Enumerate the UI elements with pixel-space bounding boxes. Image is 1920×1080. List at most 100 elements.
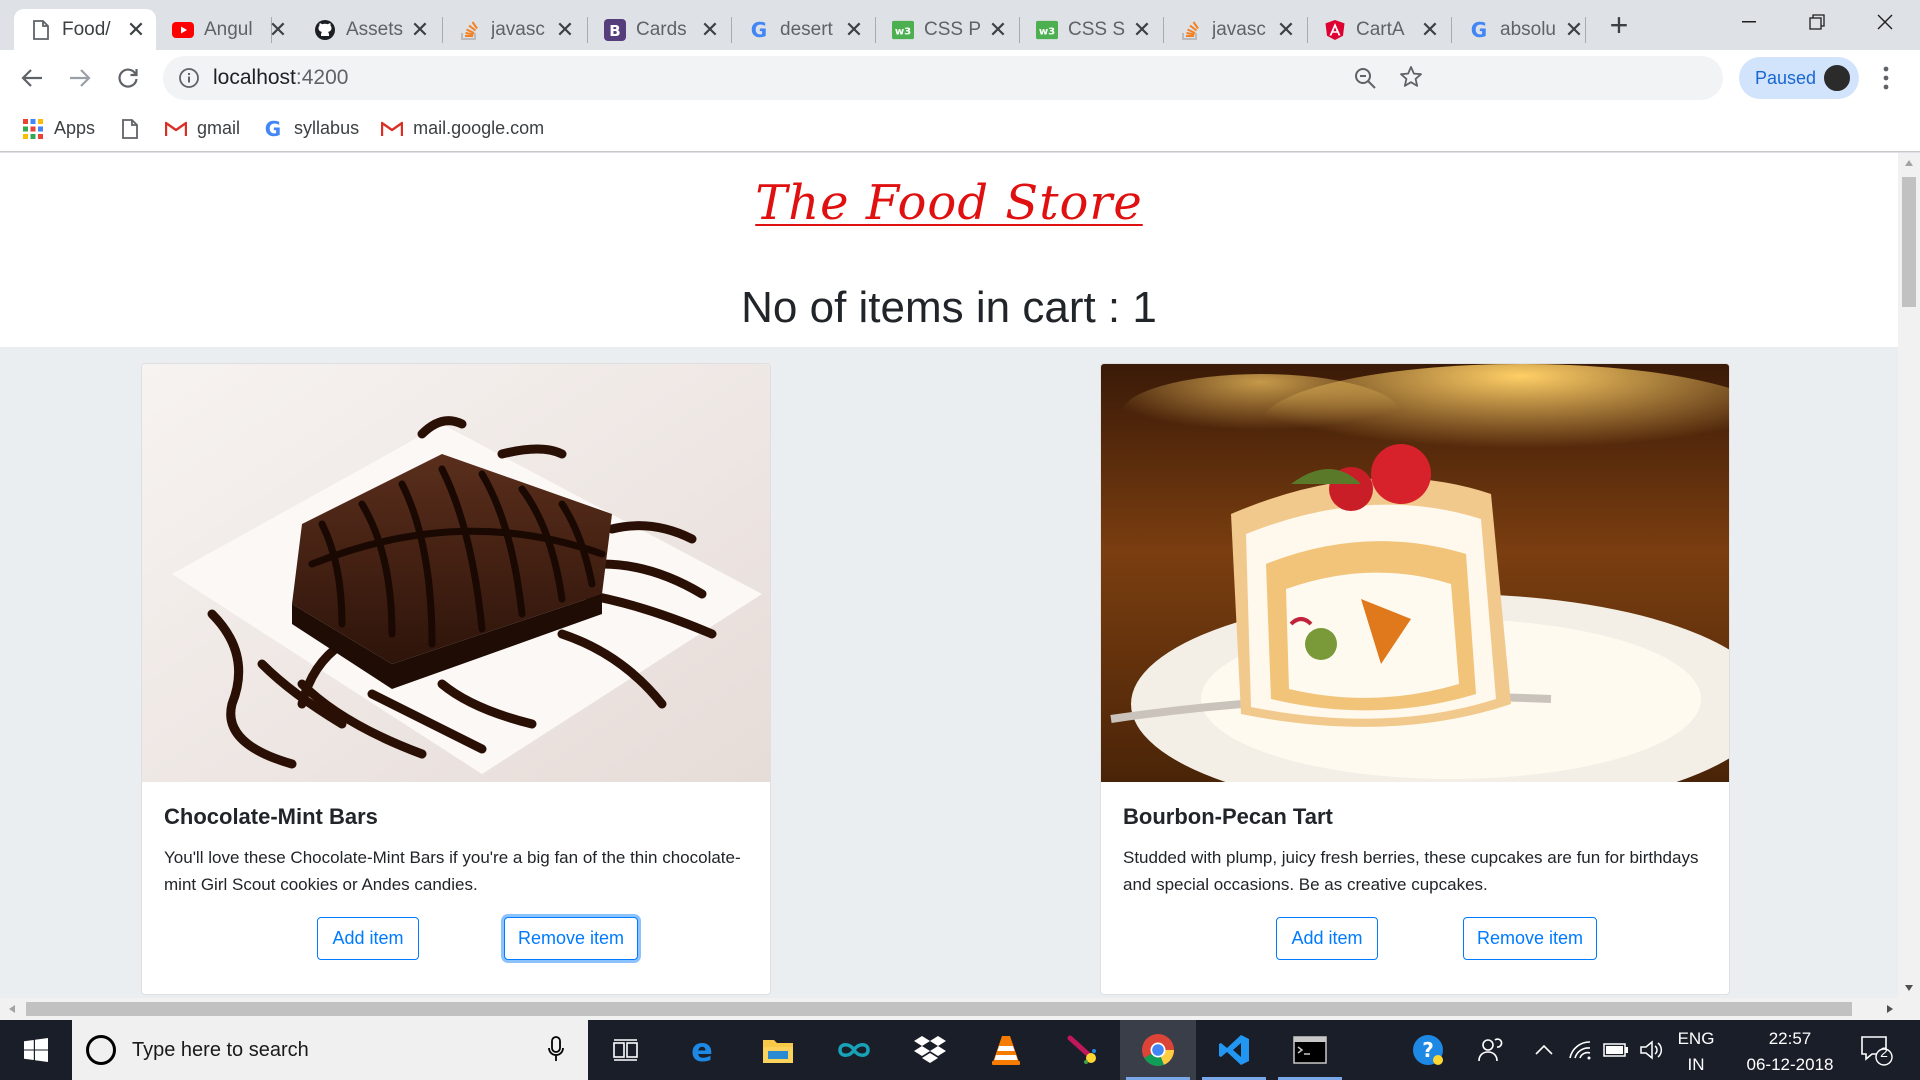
paint-brush-app-icon[interactable] <box>1044 1020 1120 1080</box>
clock-time: 22:57 <box>1768 1029 1812 1048</box>
bookmarks-bar: Apps gmail G syllabus mail.google.com <box>0 106 1920 152</box>
close-tab-icon[interactable]: ✕ <box>268 17 288 43</box>
browser-toolbar: localhost:4200 Paused <box>0 50 1920 106</box>
tab-absolute[interactable]: G absolu ✕ <box>1452 9 1594 50</box>
address-bar[interactable]: localhost:4200 <box>163 56 1723 100</box>
tab-food-store[interactable]: Food/ ✕ <box>14 9 156 50</box>
close-window-button[interactable] <box>1850 0 1920 44</box>
card-text: Studded with plump, juicy fresh berries,… <box>1123 848 1699 894</box>
gmail-icon <box>381 118 404 140</box>
tab-css-p[interactable]: w3 CSS P ✕ <box>876 9 1018 50</box>
bookmark-mail-google[interactable]: mail.google.com <box>381 118 544 140</box>
svg-text:B: B <box>609 22 620 40</box>
scrollbar-thumb[interactable] <box>26 1002 1852 1016</box>
dropbox-icon[interactable] <box>892 1020 968 1080</box>
store-title-text: The Food Store <box>755 175 1143 231</box>
back-button[interactable] <box>14 60 50 96</box>
zoom-icon[interactable] <box>1353 66 1377 95</box>
taskbar-search-box[interactable]: Type here to search <box>72 1020 588 1080</box>
arduino-icon[interactable] <box>816 1020 892 1080</box>
action-center-icon[interactable]: 2 <box>1846 1020 1906 1080</box>
tab-title: absolu <box>1500 18 1556 40</box>
tab-javascript-2[interactable]: javasc ✕ <box>1164 9 1306 50</box>
vertical-scrollbar[interactable] <box>1898 153 1920 998</box>
close-tab-icon[interactable]: ✕ <box>1276 17 1296 43</box>
page-icon <box>119 118 141 140</box>
add-item-button[interactable]: Add item <box>317 917 419 960</box>
file-explorer-icon[interactable] <box>740 1020 816 1080</box>
gmail-icon <box>165 118 188 140</box>
microphone-icon[interactable] <box>548 1036 564 1067</box>
info-icon[interactable] <box>178 67 200 94</box>
input-language-indicator[interactable]: ENG IN <box>1666 1026 1726 1078</box>
add-item-button[interactable]: Add item <box>1276 917 1378 960</box>
close-tab-icon[interactable]: ✕ <box>988 17 1008 43</box>
system-clock[interactable]: 22:57 06-12-2018 <box>1740 1026 1840 1078</box>
close-tab-icon[interactable]: ✕ <box>1132 17 1152 43</box>
stackoverflow-icon <box>1180 19 1202 41</box>
tab-javascript-1[interactable]: javasc ✕ <box>443 9 585 50</box>
volume-icon[interactable] <box>1634 1020 1670 1080</box>
page-header: The Food Store No of items in cart : 1 <box>0 153 1898 347</box>
people-icon[interactable] <box>1466 1020 1516 1080</box>
tab-cart-app[interactable]: CartA ✕ <box>1308 9 1450 50</box>
close-tab-icon[interactable]: ✕ <box>1564 17 1584 43</box>
close-tab-icon[interactable]: ✕ <box>126 17 146 43</box>
edge-browser-icon[interactable]: e <box>664 1020 740 1080</box>
swiss-roll-cake-image <box>1101 364 1729 782</box>
bookmark-apps[interactable]: Apps <box>22 118 95 140</box>
tab-title: Angul <box>204 18 253 40</box>
close-tab-icon[interactable]: ✕ <box>555 17 575 43</box>
remove-item-button[interactable]: Remove item <box>1463 917 1597 960</box>
card-text: You'll love these Chocolate-Mint Bars if… <box>164 848 741 894</box>
apps-grid-icon <box>22 118 44 140</box>
tab-title: desert <box>780 18 833 40</box>
svg-text:?: ? <box>1422 1038 1434 1062</box>
wifi-icon[interactable] <box>1562 1020 1598 1080</box>
tab-angular[interactable]: Angul ✕ <box>156 9 298 50</box>
remove-item-button[interactable]: Remove item <box>504 917 638 960</box>
tab-assets[interactable]: Assets ✕ <box>298 9 440 50</box>
url-host: localhost <box>213 66 296 89</box>
chevron-up-icon[interactable] <box>1526 1020 1562 1080</box>
close-tab-icon[interactable]: ✕ <box>1420 17 1440 43</box>
new-tab-button[interactable]: + <box>1603 9 1635 42</box>
help-icon[interactable]: ? <box>1402 1020 1454 1080</box>
forward-button[interactable] <box>62 60 98 96</box>
product-card: Chocolate-Mint Bars You'll love these Ch… <box>141 363 771 995</box>
scrollbar-thumb[interactable] <box>1902 177 1916 307</box>
horizontal-scrollbar[interactable] <box>0 998 1920 1020</box>
tab-css-s[interactable]: w3 CSS S ✕ <box>1020 9 1162 50</box>
battery-icon[interactable] <box>1598 1020 1634 1080</box>
close-tab-icon[interactable]: ✕ <box>410 17 430 43</box>
svg-text:G: G <box>265 118 281 140</box>
bookmark-gmail[interactable]: gmail <box>165 118 240 140</box>
bookmark-star-icon[interactable] <box>1399 65 1423 94</box>
card-body: Chocolate-Mint Bars You'll love these Ch… <box>164 804 748 898</box>
chrome-taskbar-icon[interactable] <box>1120 1020 1196 1080</box>
tab-cards[interactable]: B Cards ✕ <box>588 9 730 50</box>
kebab-menu-icon[interactable] <box>1876 64 1896 92</box>
svg-text:e: e <box>691 1034 713 1066</box>
vlc-icon[interactable] <box>968 1020 1044 1080</box>
profile-paused-button[interactable]: Paused <box>1739 57 1859 99</box>
url-port: :4200 <box>295 66 349 89</box>
reload-button[interactable] <box>110 60 146 96</box>
restore-button[interactable] <box>1782 0 1852 44</box>
tab-title: CartA <box>1356 18 1405 40</box>
close-tab-icon[interactable]: ✕ <box>700 17 720 43</box>
tab-desert[interactable]: G desert ✕ <box>732 9 874 50</box>
vscode-icon[interactable] <box>1196 1020 1272 1080</box>
bookmark-label: syllabus <box>294 118 360 138</box>
tab-title: Cards <box>636 18 687 40</box>
bookmark-syllabus[interactable]: G syllabus <box>262 118 359 140</box>
minimize-button[interactable] <box>1714 0 1784 44</box>
close-tab-icon[interactable]: ✕ <box>844 17 864 43</box>
windows-start-button[interactable] <box>0 1020 72 1080</box>
command-prompt-icon[interactable] <box>1272 1020 1348 1080</box>
store-title: The Food Store <box>0 175 1898 231</box>
bookmark-page[interactable] <box>119 118 151 140</box>
task-view-icon[interactable] <box>588 1020 664 1080</box>
chocolate-brownie-image <box>142 364 770 782</box>
tab-title: javasc <box>491 18 545 40</box>
